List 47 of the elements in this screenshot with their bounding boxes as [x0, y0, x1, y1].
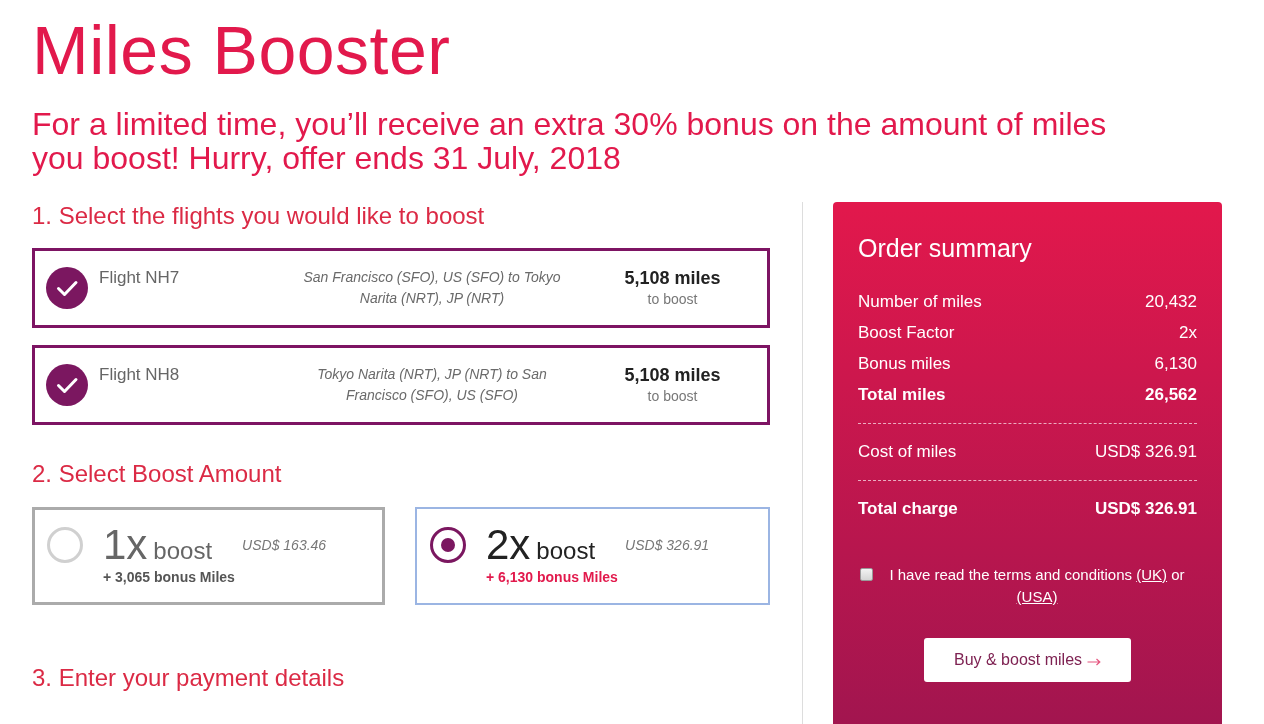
summary-label: Bonus miles — [858, 353, 951, 374]
bonus-miles: + 3,065 bonus Miles — [103, 568, 235, 587]
buy-boost-button[interactable]: Buy & boost miles — [924, 638, 1131, 682]
flight-route: Tokyo Narita (NRT), JP (NRT) to San Francisco (SFO), US (SFO) — [316, 365, 548, 405]
summary-value: USD$ 326.91 — [1094, 441, 1197, 462]
flight-name: Flight NH7 — [99, 267, 180, 288]
summary-value: 6,130 — [1154, 353, 1197, 374]
flight-card[interactable]: Flight NH8 Tokyo Narita (NRT), JP (NRT) to San Francisco (SFO), US (SFO) 5,108 miles to boost — [32, 345, 770, 425]
boost-label: boost — [536, 537, 596, 565]
page-title: Miles Booster — [32, 12, 451, 88]
boost-price: USD$ 163.46 — [242, 536, 327, 554]
boost-factor: 1x — [103, 523, 148, 567]
section-heading: 3. Enter your payment details — [32, 664, 345, 692]
summary-value: 26,562 — [1145, 384, 1197, 405]
summary-title: Order summary — [858, 233, 1032, 263]
boost-option[interactable]: 1x boost USD$ 163.46 + 3,065 bonus Miles — [32, 507, 385, 605]
boost-price: USD$ 326.91 — [625, 536, 710, 554]
flight-card[interactable]: Flight NH7 San Francisco (SFO), US (SFO) to Tokyo Narita (NRT), JP (NRT) 5,108 miles to boost — [32, 248, 770, 328]
summary-label: Boost Factor — [858, 322, 955, 343]
check-circle-icon[interactable] — [46, 267, 88, 309]
section-heading: 2. Select Boost Amount — [32, 460, 282, 488]
boost-factor: 2x — [486, 523, 531, 567]
boost-option[interactable]: 2x boost USD$ 326.91 + 6,130 bonus Miles — [415, 507, 770, 605]
summary-value: 2x — [1179, 322, 1197, 343]
summary-label: Total miles — [858, 384, 946, 405]
summary-label: Cost of miles — [858, 441, 957, 462]
radio-button[interactable] — [430, 527, 466, 563]
miles-caption: to boost — [647, 387, 698, 406]
section-heading: 1. Select the flights you would like to boost — [32, 202, 485, 230]
promo-text: For a limited time, you’ll receive an extra 30% bonus on the amount of miles you boost! Hurry, offer ends 31 July, 2018 — [32, 107, 1108, 175]
terms-checkbox[interactable] — [860, 568, 873, 581]
summary-label: Number of miles — [858, 291, 982, 312]
boost-label: boost — [153, 537, 213, 565]
summary-label: Total charge — [858, 498, 958, 519]
miles-caption: to boost — [647, 290, 698, 309]
miles-amount: 5,108 miles — [624, 364, 721, 386]
bonus-miles: + 6,130 bonus Miles — [486, 568, 618, 587]
terms-link[interactable]: (UK) — [1136, 566, 1168, 583]
terms-text: I have read the terms and conditions (UK) or (USA) — [888, 565, 1186, 607]
summary-value: 20,432 — [1145, 291, 1197, 312]
arrow-right-icon — [1087, 657, 1102, 666]
terms-link[interactable]: (USA) — [1016, 588, 1058, 605]
flight-route: San Francisco (SFO), US (SFO) to Tokyo Narita (NRT), JP (NRT) — [302, 268, 562, 308]
flight-name: Flight NH8 — [99, 364, 180, 385]
summary-value: USD$ 326.91 — [1094, 498, 1197, 519]
miles-amount: 5,108 miles — [624, 267, 721, 289]
check-circle-icon[interactable] — [46, 364, 88, 406]
